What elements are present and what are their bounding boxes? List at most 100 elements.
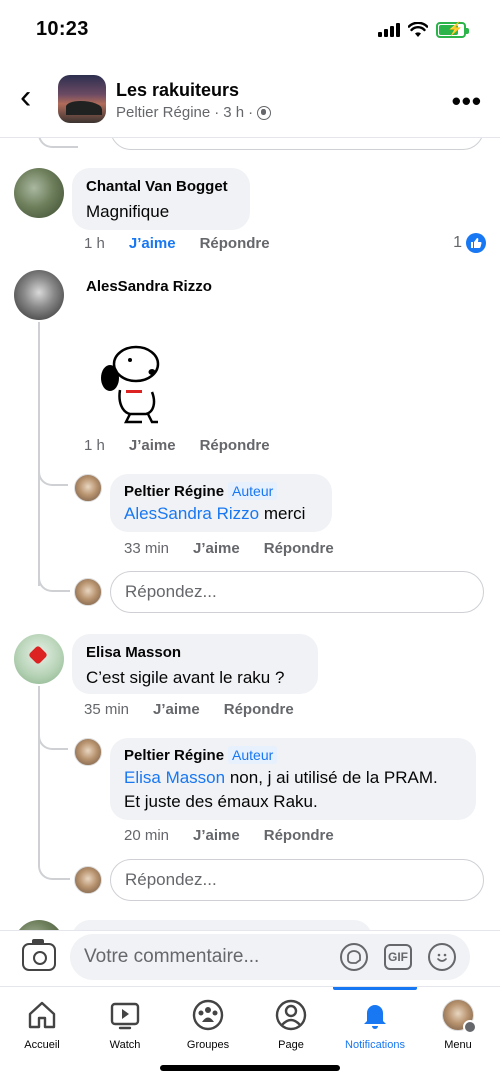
reply-button[interactable]: Répondre bbox=[264, 540, 334, 557]
reply-time: 20 min bbox=[124, 827, 170, 844]
avatar[interactable] bbox=[74, 474, 102, 502]
comment-time: 1 h bbox=[84, 437, 105, 454]
comment-input-placeholder: Votre commentaire... bbox=[84, 946, 260, 967]
thread-connector bbox=[38, 848, 70, 880]
comment-actions: 1 h J’aime Répondre bbox=[84, 235, 270, 252]
reply-button[interactable]: Répondre bbox=[224, 701, 294, 718]
thread-connector bbox=[38, 138, 78, 148]
comment-author[interactable]: Elisa Masson bbox=[86, 644, 304, 661]
sticker-icon[interactable] bbox=[340, 943, 368, 971]
comment-bubble-partial bbox=[72, 920, 372, 930]
reply-time: 33 min bbox=[124, 540, 170, 557]
thread-line bbox=[38, 686, 40, 858]
reply-actions: 33 min J’aime Répondre bbox=[124, 540, 334, 557]
like-button[interactable]: J’aime bbox=[153, 701, 200, 718]
avatar[interactable] bbox=[14, 634, 64, 684]
comment-actions: 35 min J’aime Répondre bbox=[84, 701, 294, 718]
status-time: 10:23 bbox=[36, 18, 89, 40]
gif-icon[interactable]: GIF bbox=[384, 944, 412, 970]
menu-avatar-icon bbox=[442, 999, 477, 1034]
comment-composer: Votre commentaire... GIF bbox=[0, 930, 500, 986]
thread-connector bbox=[38, 722, 68, 750]
back-button[interactable]: ‹ bbox=[20, 80, 40, 114]
tab-notifications[interactable]: Notifications bbox=[333, 987, 417, 1057]
avatar[interactable] bbox=[14, 168, 64, 218]
avatar bbox=[14, 920, 64, 930]
reply-input[interactable]: Répondez... bbox=[110, 571, 484, 613]
tab-groups[interactable]: Groupes bbox=[166, 987, 250, 1057]
tab-bar: Accueil Watch Groupes Page Notifications… bbox=[0, 986, 500, 1082]
avatar[interactable] bbox=[74, 738, 102, 766]
like-reaction-icon bbox=[466, 233, 486, 253]
status-bar: 10:23 ⚡ bbox=[0, 0, 500, 60]
reply-input[interactable]: Répondez... bbox=[110, 859, 484, 901]
avatar bbox=[74, 578, 102, 606]
reply-author: Peltier Régine Auteur bbox=[124, 482, 318, 500]
comments-feed[interactable]: Chantal Van Bogget Magnifique 1 h J’aime… bbox=[0, 138, 500, 930]
comment-time: 1 h bbox=[84, 235, 105, 252]
page-icon bbox=[275, 999, 307, 1031]
post-meta: Peltier Régine · 3 h · bbox=[116, 104, 272, 121]
comment-actions: 1 h J’aime Répondre bbox=[84, 437, 270, 454]
tab-label: Watch bbox=[109, 1039, 141, 1051]
avatar[interactable] bbox=[14, 270, 64, 320]
reply-text: Elisa Masson non, j ai utilisé de la PRA… bbox=[124, 768, 438, 811]
like-button[interactable]: J’aime bbox=[193, 827, 240, 844]
reaction-count: 1 bbox=[453, 234, 462, 251]
comment-author[interactable]: AlesSandra Rizzo bbox=[86, 278, 212, 295]
group-name[interactable]: Les rakuiteurs bbox=[116, 80, 239, 101]
thread-connector bbox=[38, 568, 70, 592]
groups-icon bbox=[192, 999, 224, 1031]
emoji-icon[interactable] bbox=[428, 943, 456, 971]
avatar bbox=[74, 866, 102, 894]
home-indicator bbox=[160, 1065, 340, 1071]
thread-line bbox=[38, 322, 40, 586]
reply-actions: 20 min J’aime Répondre bbox=[124, 827, 334, 844]
thread-connector bbox=[38, 458, 68, 486]
tab-label: Page bbox=[278, 1039, 304, 1051]
tab-label: Notifications bbox=[345, 1039, 405, 1051]
author-badge: Auteur bbox=[228, 746, 278, 764]
tab-label: Accueil bbox=[24, 1039, 60, 1051]
reply-bubble: Peltier Régine Auteur Elisa Masson non, … bbox=[110, 738, 476, 820]
tab-home[interactable]: Accueil bbox=[0, 987, 84, 1057]
comment-author[interactable]: Chantal Van Bogget bbox=[86, 178, 236, 195]
tab-label: Groupes bbox=[186, 1039, 230, 1051]
more-options-button[interactable]: ••• bbox=[452, 86, 482, 117]
reply-button[interactable]: Répondre bbox=[200, 235, 270, 252]
like-button[interactable]: J’aime bbox=[129, 235, 176, 252]
meta-separator: · bbox=[214, 104, 220, 121]
tab-label: Menu bbox=[444, 1039, 472, 1051]
mention-link[interactable]: AlesSandra Rizzo bbox=[124, 504, 259, 523]
watch-icon bbox=[110, 1002, 140, 1030]
post-author[interactable]: Peltier Régine bbox=[116, 104, 210, 121]
author-badge: Auteur bbox=[228, 482, 278, 500]
home-icon bbox=[28, 1001, 56, 1029]
comment-bubble: Elisa Masson C’est sigile avant le raku … bbox=[72, 634, 318, 694]
battery-icon: ⚡ bbox=[436, 21, 469, 38]
mention-link[interactable]: Elisa Masson bbox=[124, 768, 225, 787]
comment-text: Magnifique bbox=[86, 202, 170, 221]
like-button[interactable]: J’aime bbox=[193, 540, 240, 557]
like-button[interactable]: J’aime bbox=[129, 437, 176, 454]
reply-bubble: Peltier Régine Auteur AlesSandra Rizzo m… bbox=[110, 474, 332, 532]
tab-page[interactable]: Page bbox=[249, 987, 333, 1057]
tab-menu[interactable]: Menu bbox=[416, 987, 500, 1057]
snoopy-sticker bbox=[101, 345, 160, 424]
reaction-summary[interactable]: 1 bbox=[453, 233, 486, 253]
meta-separator: · bbox=[248, 104, 254, 121]
status-icons: ⚡ bbox=[378, 20, 469, 40]
group-thumbnail[interactable] bbox=[58, 75, 106, 123]
wifi-icon bbox=[408, 22, 428, 37]
camera-icon[interactable] bbox=[22, 939, 56, 971]
reply-button[interactable]: Répondre bbox=[264, 827, 334, 844]
comment-bubble: Chantal Van Bogget Magnifique bbox=[72, 168, 250, 230]
reply-button[interactable]: Répondre bbox=[200, 437, 270, 454]
signal-icon bbox=[378, 23, 400, 37]
reply-input-partial bbox=[110, 138, 484, 150]
reply-text: AlesSandra Rizzo merci bbox=[124, 504, 306, 523]
globe-icon bbox=[257, 105, 272, 120]
comment-time: 35 min bbox=[84, 701, 130, 718]
bell-icon bbox=[364, 1005, 386, 1029]
tab-watch[interactable]: Watch bbox=[83, 987, 167, 1057]
